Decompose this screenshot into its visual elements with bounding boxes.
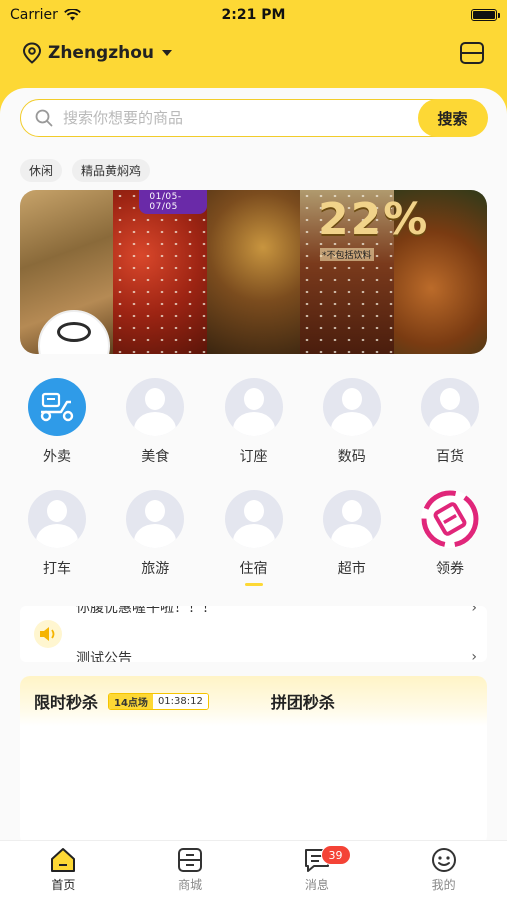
bottom-tab-bar: 首页 商城 39 消息 我的 [0, 840, 507, 900]
speaker-icon [34, 620, 62, 648]
category-label: 超市 [337, 561, 366, 577]
promo-banner[interactable]: 01/05-07/05 22% *不包括饮料 [20, 190, 487, 354]
category-row: 打车 旅游 住宿 超市 领券 [8, 490, 499, 586]
battery-icon [471, 9, 500, 21]
flash-sale-title[interactable]: 限时秒杀 [34, 689, 98, 713]
tag-item[interactable]: 精品黄焖鸡 [72, 159, 151, 182]
avatar-placeholder-icon [421, 378, 479, 436]
banner-date: 01/05-07/05 [139, 190, 207, 214]
tab-messages[interactable]: 39 消息 [254, 841, 381, 900]
carrier-label: Carrier [10, 7, 58, 23]
countdown-timer: 01:38:12 [152, 693, 208, 709]
category-travel[interactable]: 旅游 [106, 490, 204, 586]
search-button[interactable]: 搜索 [417, 99, 488, 137]
status-left: Carrier [10, 7, 81, 23]
status-time: 2:21 PM [221, 7, 286, 23]
page-indicator [244, 583, 263, 586]
flash-sale-header: 限时秒杀 14点场 01:38:12 拼团秒杀 [20, 676, 487, 726]
hot-tags: 休闲 精品黄焖鸡 [20, 159, 151, 182]
category-waimai[interactable]: 外卖 [8, 378, 106, 466]
category-lodging[interactable]: 住宿 [205, 490, 303, 586]
scan-icon [460, 42, 484, 64]
avatar-placeholder-icon [224, 490, 283, 548]
category-coupon[interactable]: 领券 [401, 490, 499, 586]
category-supermarket[interactable]: 超市 [303, 490, 401, 586]
announcement-bar[interactable]: 你腹优惠喔牛啦！！！ › 测试公告 › [20, 606, 487, 662]
chevron-right-icon: › [471, 606, 477, 616]
category-general[interactable]: 百货 [401, 378, 499, 466]
tab-home[interactable]: 首页 [0, 841, 127, 900]
tab-label: 我的 [431, 878, 456, 892]
wifi-icon [64, 9, 81, 21]
tab-label: 商城 [178, 878, 203, 892]
category-label: 美食 [141, 449, 170, 465]
category-label: 外卖 [43, 449, 71, 465]
location-pin-icon [22, 42, 42, 64]
category-food[interactable]: 美食 [106, 378, 204, 466]
banner-discount: 22% [318, 194, 430, 245]
announcement-text: 测试公告 [76, 651, 132, 662]
location-selector[interactable]: Zhengzhou [22, 42, 173, 64]
banner-panel: 01/05-07/05 [113, 190, 207, 354]
unread-badge: 39 [320, 845, 351, 865]
category-label: 打车 [43, 561, 71, 577]
brand-logo [38, 310, 110, 354]
chevron-down-icon [162, 50, 173, 56]
banner-panel [20, 190, 114, 354]
tab-mine[interactable]: 我的 [380, 841, 507, 900]
category-label: 百货 [436, 449, 464, 465]
app-header: Zhengzhou [0, 36, 507, 70]
coupon-icon [421, 490, 479, 548]
tab-label: 消息 [304, 878, 329, 892]
session-label: 14点场 [109, 693, 153, 709]
category-label: 数码 [337, 449, 366, 465]
search-icon [35, 109, 53, 127]
category-label: 订座 [239, 449, 268, 465]
avatar-placeholder-icon [28, 490, 86, 548]
tab-mall[interactable]: 商城 [127, 841, 254, 900]
category-label: 旅游 [141, 561, 170, 577]
search-input[interactable] [63, 109, 418, 127]
avatar-placeholder-icon [322, 378, 381, 436]
banner-panel [206, 190, 301, 354]
category-digital[interactable]: 数码 [303, 378, 401, 466]
location-label: Zhengzhou [48, 43, 155, 63]
category-label: 领券 [436, 561, 464, 577]
category-grid: 外卖 美食 订座 数码 百货 打车 旅游 住宿 超市 领券 [8, 378, 499, 610]
home-icon [51, 848, 76, 872]
search-bar: 搜索 [20, 99, 488, 137]
announcement-text: 你腹优惠喔牛啦！！！ [76, 606, 216, 616]
category-reservation[interactable]: 订座 [205, 378, 303, 466]
scooter-icon [28, 378, 86, 436]
avatar-placeholder-icon [224, 378, 283, 436]
category-row: 外卖 美食 订座 数码 百货 [8, 378, 499, 466]
status-bar: Carrier 2:21 PM [0, 0, 507, 30]
avatar-placeholder-icon [322, 490, 381, 548]
avatar-placeholder-icon [126, 490, 185, 548]
scan-button[interactable] [459, 40, 485, 66]
smile-icon [431, 848, 456, 872]
mall-icon [178, 848, 203, 872]
category-taxi[interactable]: 打车 [8, 490, 106, 586]
flash-sale-session: 14点场 01:38:12 [108, 692, 209, 710]
group-sale-title[interactable]: 拼团秒杀 [271, 689, 335, 713]
flash-sale-section: 限时秒杀 14点场 01:38:12 拼团秒杀 [20, 676, 487, 846]
avatar-placeholder-icon [126, 378, 185, 436]
banner-discount-note: *不包括饮料 [320, 248, 374, 261]
category-label: 住宿 [239, 561, 268, 577]
tag-item[interactable]: 休闲 [20, 159, 63, 182]
tab-label: 首页 [51, 878, 76, 892]
chevron-right-icon: › [471, 649, 477, 662]
